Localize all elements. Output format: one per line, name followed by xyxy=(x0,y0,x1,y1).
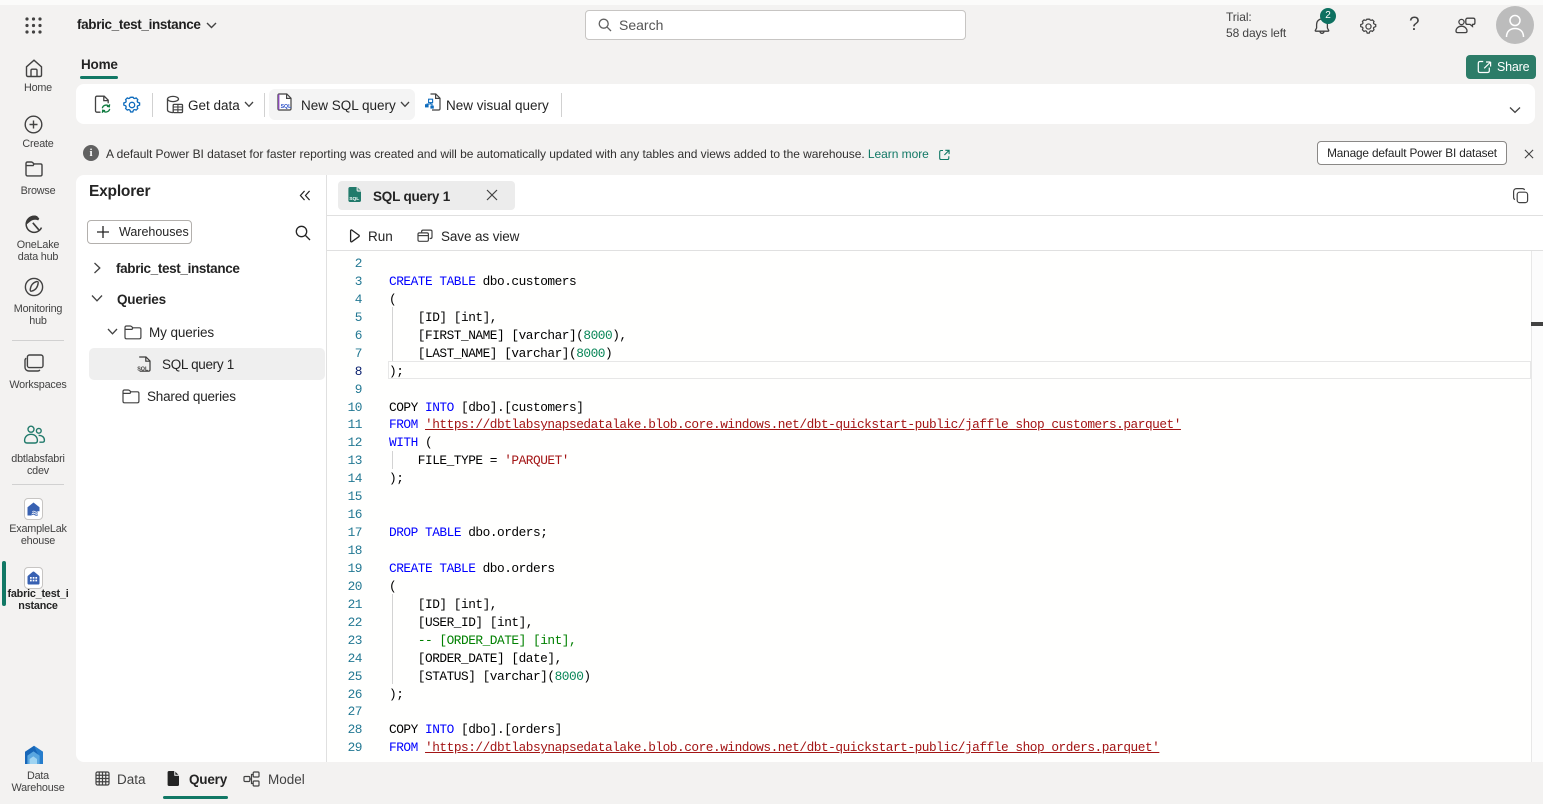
svg-text:SQL: SQL xyxy=(349,196,359,202)
svg-text:SQL: SQL xyxy=(137,367,149,372)
svg-text:SQL: SQL xyxy=(281,104,292,110)
